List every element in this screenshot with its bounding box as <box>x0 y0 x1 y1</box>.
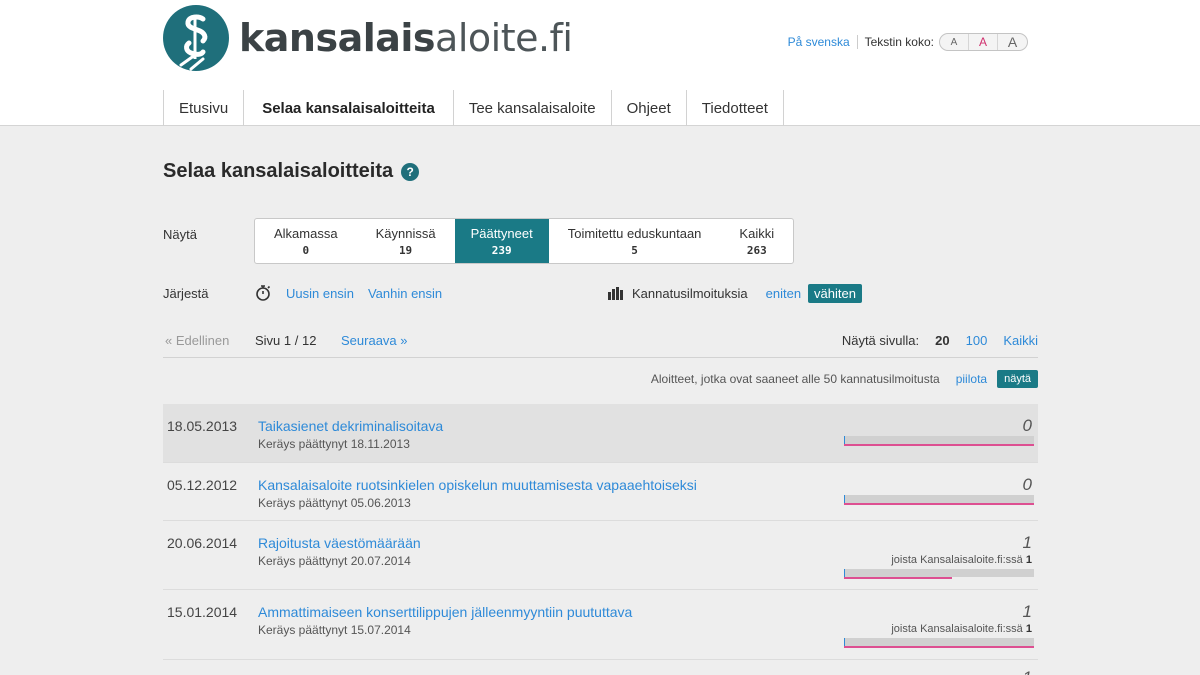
support-progress-bar <box>844 495 1034 507</box>
nav-item-tee[interactable]: Tee kansalaisaloite <box>452 90 611 126</box>
pagination: « Edellinen Sivu 1 / 12 Seuraava » Näytä… <box>163 330 1038 358</box>
initiative-end-date: Keräys päättynyt 20.07.2014 <box>258 554 411 568</box>
filter-label: Kaikki <box>739 225 775 241</box>
filter-alkamassa[interactable]: Alkamassa 0 <box>255 219 357 263</box>
main-nav: Etusivu Selaa kansalaisaloitteita Tee ka… <box>163 90 784 126</box>
support-progress-bar <box>844 569 1034 581</box>
stopwatch-icon <box>254 284 272 302</box>
per-page-label: Näytä sivulla: <box>841 333 920 348</box>
state-filter: Alkamassa 0 Käynnissä 19 Päättyneet 239 … <box>254 218 795 264</box>
filter-kaynnissa[interactable]: Käynnissä 19 <box>357 219 455 263</box>
text-size-label: Tekstin koko: <box>864 35 934 49</box>
per-page-20: 20 <box>935 333 950 348</box>
list-item: 1 <box>163 660 1038 675</box>
list-item: 20.06.2014 Rajoitusta väestömäärään Kerä… <box>163 521 1038 590</box>
language-link[interactable]: På svenska <box>788 35 858 49</box>
page-title-text: Selaa kansalaisaloitteita <box>163 160 394 182</box>
logo-emblem-icon <box>163 5 229 71</box>
sort-label: Järjestä <box>163 286 209 301</box>
support-count: 1 <box>1022 602 1032 621</box>
sort-least-button[interactable]: vähiten <box>808 283 862 303</box>
initiative-end-date: Keräys päättynyt 18.11.2013 <box>258 437 410 451</box>
initiative-date: 15.01.2014 <box>167 604 238 620</box>
list-item: 15.01.2014 Ammattimaiseen konserttilippu… <box>163 590 1038 660</box>
nav-item-tiedotteet[interactable]: Tiedotteet <box>685 90 784 126</box>
initiative-date: 20.06.2014 <box>167 535 238 551</box>
support-sort-label: Kannatusilmoituksia <box>632 285 748 301</box>
site-header: kansalaisaloite.fi På svenska Tekstin ko… <box>0 0 1200 126</box>
initiative-date: 18.05.2013 <box>167 418 238 434</box>
filter-count: 263 <box>746 243 767 257</box>
low-support-hide-link[interactable]: piilota <box>956 372 987 386</box>
list-item: 18.05.2013 Taikasienet dekriminalisoitav… <box>163 404 1038 463</box>
sort-most-link[interactable]: eniten <box>766 286 801 301</box>
filter-count: 239 <box>491 243 512 257</box>
initiative-title-link[interactable]: Taikasienet dekriminalisoitava <box>258 418 443 434</box>
filter-count: 5 <box>631 243 638 257</box>
filter-label: Toimitettu eduskuntaan <box>567 225 702 241</box>
support-progress-bar <box>844 638 1034 650</box>
low-support-toggle: Aloitteet, jotka ovat saaneet alle 50 ka… <box>651 370 1038 388</box>
filter-count: 0 <box>302 243 310 257</box>
initiative-title-link[interactable]: Ammattimaiseen konserttilippujen jälleen… <box>258 604 632 620</box>
filter-count: 19 <box>398 243 413 257</box>
support-count: 0 <box>1022 475 1032 494</box>
sort-options: Uusin ensin Vanhin ensin <box>254 283 442 303</box>
initiative-title-link[interactable]: Kansalaisaloite ruotsinkielen opiskelun … <box>258 477 697 493</box>
support-count: 0 <box>1022 416 1032 435</box>
site-logo[interactable]: kansalaisaloite.fi <box>163 5 573 71</box>
support-count-detail: joista Kansalaisaloite.fi:ssä 1 <box>891 623 1032 635</box>
filter-label: Päättyneet <box>470 225 533 241</box>
support-progress-bar <box>844 436 1034 448</box>
filter-label: Alkamassa <box>274 225 338 241</box>
sort-newest-link[interactable]: Uusin ensin <box>286 286 354 301</box>
filter-paattyneet[interactable]: Päättyneet 239 <box>454 219 549 263</box>
initiative-title-link[interactable]: Rajoitusta väestömäärään <box>258 535 421 551</box>
per-page-all-link[interactable]: Kaikki <box>1003 333 1038 348</box>
prev-page-link: « Edellinen <box>165 333 230 348</box>
filter-kaikki[interactable]: Kaikki 263 <box>720 219 793 263</box>
initiative-end-date: Keräys päättynyt 05.06.2013 <box>258 496 411 510</box>
list-item: 05.12.2012 Kansalaisaloite ruotsinkielen… <box>163 463 1038 521</box>
logo-text: kansalaisaloite.fi <box>239 16 573 60</box>
low-support-show-button[interactable]: näytä <box>997 370 1038 388</box>
page-title: Selaa kansalaisaloitteita ? <box>163 160 420 183</box>
per-page-selector: Näytä sivulla: 20 100 Kaikki <box>842 333 1038 348</box>
text-size-large-button[interactable]: A <box>998 34 1027 50</box>
nav-item-etusivu[interactable]: Etusivu <box>163 90 243 126</box>
utility-bar: På svenska Tekstin koko: A A A <box>788 33 1028 51</box>
support-count: 1 <box>1022 533 1032 552</box>
per-page-100-link[interactable]: 100 <box>966 333 988 348</box>
filter-toimitettu[interactable]: Toimitettu eduskuntaan 5 <box>549 219 721 263</box>
support-sort: Kannatusilmoituksia eniten vähiten <box>608 283 862 303</box>
initiative-date: 05.12.2012 <box>167 477 238 493</box>
text-size-switcher: A A A <box>939 33 1028 51</box>
next-page-link[interactable]: Seuraava » <box>341 333 408 348</box>
support-count-detail: joista Kansalaisaloite.fi:ssä 1 <box>891 554 1032 566</box>
bar-chart-icon <box>608 286 624 300</box>
filter-label: Käynnissä <box>375 225 436 241</box>
page-indicator: Sivu 1 / 12 <box>255 333 317 348</box>
initiative-end-date: Keräys päättynyt 15.07.2014 <box>258 623 411 637</box>
help-icon[interactable]: ? <box>401 162 420 181</box>
show-label: Näytä <box>163 227 197 242</box>
low-support-text: Aloitteet, jotka ovat saaneet alle 50 ka… <box>650 372 940 386</box>
text-size-small-button[interactable]: A <box>940 34 969 50</box>
nav-item-selaa[interactable]: Selaa kansalaisaloitteita <box>243 90 453 126</box>
initiative-list: 18.05.2013 Taikasienet dekriminalisoitav… <box>163 404 1038 675</box>
text-size-medium-button[interactable]: A <box>969 34 998 50</box>
sort-oldest-link[interactable]: Vanhin ensin <box>368 286 442 301</box>
nav-item-ohjeet[interactable]: Ohjeet <box>610 90 686 126</box>
support-count: 1 <box>1023 668 1032 675</box>
